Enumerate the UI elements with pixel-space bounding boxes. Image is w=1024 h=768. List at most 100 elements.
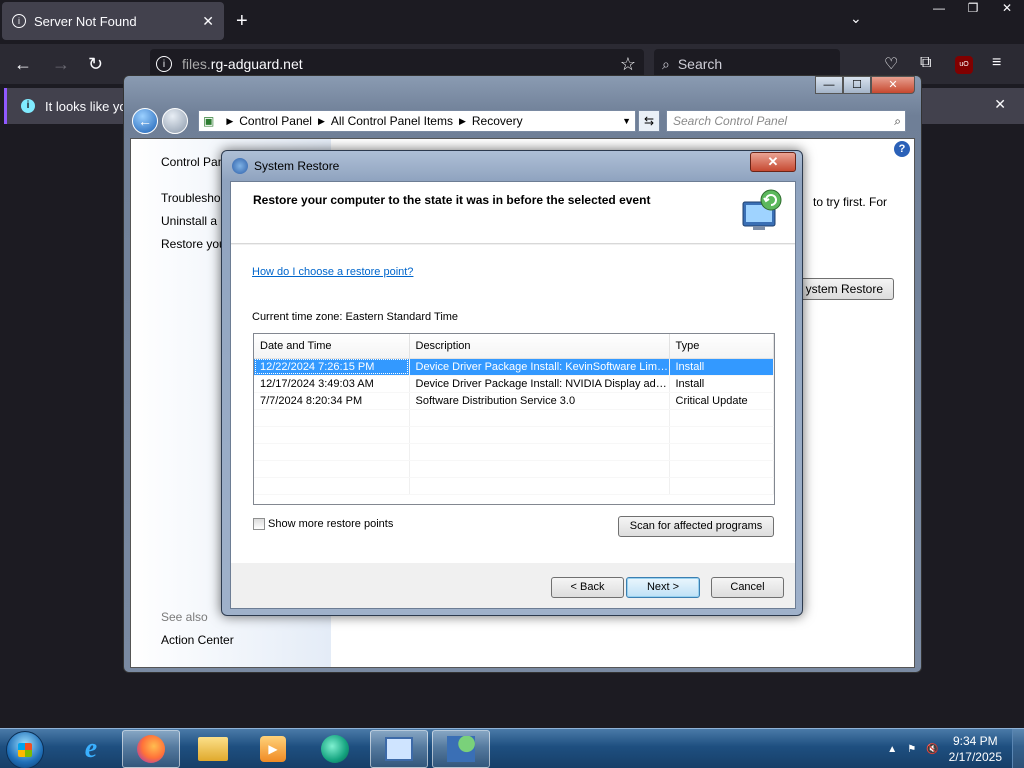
dialog-title: System Restore: [254, 159, 340, 173]
new-tab-button[interactable]: +: [236, 10, 248, 33]
open-system-restore-button[interactable]: ystem Restore: [790, 278, 894, 300]
taskbar-browser-app[interactable]: [306, 730, 364, 768]
link-action-center[interactable]: Action Center: [161, 633, 234, 647]
table-row[interactable]: 12/22/2024 7:26:15 PM Device Driver Pack…: [254, 358, 774, 376]
tab-close-icon[interactable]: ✕: [202, 13, 214, 30]
list-all-tabs-button[interactable]: ⌄: [850, 10, 862, 27]
close-button[interactable]: ✕: [990, 0, 1024, 18]
clock-time: 9:34 PM: [952, 734, 998, 748]
notification-close-icon[interactable]: ✕: [994, 96, 1006, 113]
row-date: 12/17/2024 3:49:03 AM: [254, 375, 410, 393]
table-row[interactable]: 12/17/2024 3:49:03 AM Device Driver Pack…: [254, 375, 774, 393]
back-arrow-icon[interactable]: ←: [14, 54, 32, 75]
column-description[interactable]: Description: [409, 334, 670, 359]
show-hidden-icons-icon[interactable]: ▲: [887, 744, 897, 755]
taskbar-internet-explorer[interactable]: e: [62, 730, 120, 768]
show-more-label[interactable]: Show more restore points: [268, 518, 393, 530]
breadcrumb-separator: ▶: [226, 115, 234, 126]
breadcrumb-separator: ▶: [317, 115, 325, 126]
next-button[interactable]: Next >: [626, 577, 700, 598]
restore-computer-icon: [742, 189, 782, 230]
breadcrumb-all-items[interactable]: All Control Panel Items: [331, 114, 453, 128]
system-tray: ▲ ⚑ 🔇 9:34 PM 2/17/2025: [887, 729, 1024, 768]
dialog-body: Restore your computer to the state it wa…: [230, 181, 796, 609]
help-icon[interactable]: ?: [894, 141, 910, 157]
tab-server-not-found[interactable]: i Server Not Found ✕: [2, 2, 224, 40]
clock-date: 2/17/2025: [948, 750, 1002, 764]
forward-button[interactable]: [162, 108, 188, 134]
checkbox-box[interactable]: [253, 518, 265, 530]
taskbar-system-restore[interactable]: [432, 730, 490, 768]
show-more-checkbox[interactable]: Show more restore points: [253, 518, 393, 530]
info-icon: i: [21, 99, 35, 113]
breadcrumb[interactable]: ▣ ▶ Control Panel ▶ All Control Panel It…: [198, 110, 636, 132]
refresh-button[interactable]: ⇆: [638, 110, 660, 132]
back-button[interactable]: ←: [132, 108, 158, 134]
volume-muted-icon[interactable]: 🔇: [926, 744, 938, 755]
cp-search-input[interactable]: Search Control Panel ⌕: [666, 110, 906, 132]
restore-point-list[interactable]: Date and Time Description Type 12/22/202…: [253, 333, 775, 505]
taskbar-media-player[interactable]: ▶: [244, 730, 302, 768]
breadcrumb-control-panel[interactable]: Control Panel: [239, 114, 312, 128]
internet-explorer-icon: e: [84, 733, 98, 764]
taskbar: e ▶ ▲ ⚑ 🔇 9:34 PM 2/17/2025: [0, 728, 1024, 768]
row-type: Install: [669, 375, 774, 393]
clock[interactable]: 9:34 PM 2/17/2025: [949, 733, 1002, 765]
cp-minimize-button[interactable]: —: [815, 76, 843, 94]
help-restore-point-link[interactable]: How do I choose a restore point?: [252, 266, 413, 278]
empty-row: [254, 477, 774, 495]
dialog-title-bar: System Restore: [232, 158, 339, 174]
pocket-icon[interactable]: ♡: [884, 54, 898, 74]
column-type[interactable]: Type: [669, 334, 774, 359]
url-subdomain: files.: [182, 56, 211, 72]
row-date: 12/22/2024 7:26:15 PM: [254, 358, 410, 376]
forward-arrow-icon[interactable]: →: [52, 54, 70, 75]
taskbar-firefox[interactable]: [122, 730, 180, 768]
notification-text: It looks like yo: [45, 98, 127, 114]
control-panel-icon: ▣: [203, 114, 215, 128]
cp-close-button[interactable]: ✕: [871, 76, 915, 94]
cp-toolbar: ← ▣ ▶ Control Panel ▶ All Control Panel …: [132, 106, 915, 136]
tab-title: Server Not Found: [34, 13, 137, 29]
see-also-label: See also: [161, 610, 208, 624]
extensions-icon[interactable]: ⧉: [920, 54, 931, 72]
start-button[interactable]: [6, 731, 44, 768]
bookmark-star-icon[interactable]: ☆: [620, 54, 636, 75]
action-center-flag-icon[interactable]: ⚑: [907, 744, 916, 755]
dialog-main: How do I choose a restore point? Current…: [231, 245, 795, 563]
cp-maximize-button[interactable]: ☐: [843, 76, 871, 94]
site-info-icon[interactable]: i: [156, 56, 172, 72]
table-row[interactable]: 7/7/2024 8:20:34 PM Software Distributio…: [254, 392, 774, 410]
ublock-icon[interactable]: uO: [955, 56, 973, 74]
breadcrumb-recovery[interactable]: Recovery: [472, 114, 523, 128]
dialog-close-button[interactable]: ✕: [750, 152, 796, 172]
row-description: Software Distribution Service 3.0: [409, 392, 670, 410]
maximize-button[interactable]: ❐: [956, 0, 990, 18]
back-button[interactable]: < Back: [551, 577, 624, 598]
link-troubleshoot[interactable]: Troubleshoo: [161, 191, 227, 205]
url-domain: rg-adguard.net: [210, 56, 303, 72]
menu-icon[interactable]: ≡: [992, 54, 1001, 72]
table-header-row: Date and Time Description Type: [254, 334, 774, 359]
scan-affected-programs-button[interactable]: Scan for affected programs: [618, 516, 774, 537]
link-restore[interactable]: Restore you: [161, 237, 226, 251]
browser-app-icon: [321, 735, 349, 763]
column-date-time[interactable]: Date and Time: [254, 334, 410, 359]
taskbar-control-panel[interactable]: [370, 730, 428, 768]
cp-search-placeholder: Search Control Panel: [673, 114, 788, 128]
reload-icon[interactable]: ↻: [88, 54, 103, 75]
minimize-button[interactable]: —: [922, 0, 956, 18]
recovery-description: to try first. For: [813, 195, 888, 209]
browser-tab-bar: i Server Not Found ✕ + ⌄ — ❐ ✕: [0, 0, 1024, 44]
link-control-panel-home[interactable]: Control Pan: [161, 155, 224, 169]
show-desktop-button[interactable]: [1012, 729, 1024, 768]
timezone-label: Current time zone: Eastern Standard Time: [252, 311, 459, 323]
link-uninstall[interactable]: Uninstall a p: [161, 214, 227, 228]
chevron-down-icon[interactable]: ▼: [622, 116, 631, 126]
cancel-button[interactable]: Cancel: [711, 577, 784, 598]
info-icon: i: [12, 14, 26, 28]
search-icon[interactable]: ⌕: [894, 114, 901, 129]
empty-row: [254, 409, 774, 427]
row-type: Install: [669, 358, 774, 376]
taskbar-file-explorer[interactable]: [184, 730, 242, 768]
